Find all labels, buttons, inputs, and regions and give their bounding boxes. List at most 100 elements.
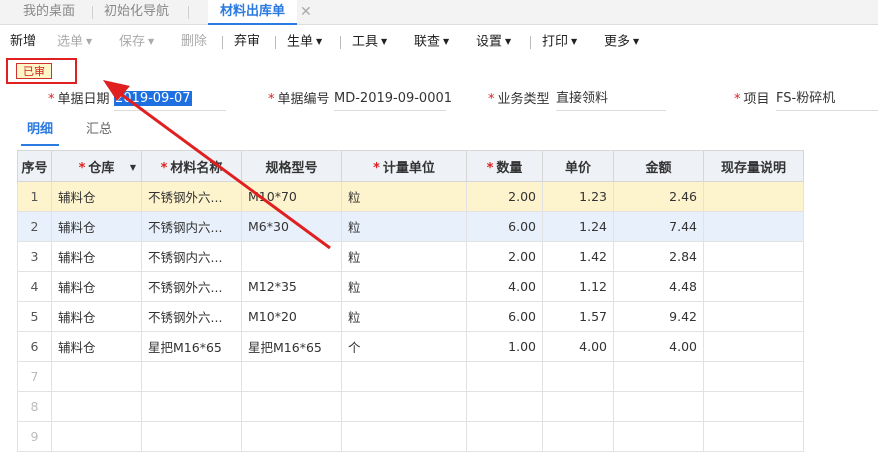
column-header-amount[interactable]: 金额 xyxy=(613,150,704,182)
cell-empty[interactable] xyxy=(542,361,614,392)
cell-empty[interactable] xyxy=(542,391,614,422)
cell-stock-note[interactable] xyxy=(703,211,804,242)
cell-amount[interactable]: 4.48 xyxy=(613,271,704,302)
table-row-empty[interactable]: 7 xyxy=(17,361,804,392)
select-button[interactable]: 选单 ▼ xyxy=(57,27,92,57)
cell-material-name[interactable]: 不锈钢内六... xyxy=(141,241,242,272)
cell-empty[interactable] xyxy=(703,391,804,422)
table-row[interactable]: 6 辅料仓 星把M16*65 星把M16*65 个 1.00 4.00 4.00 xyxy=(17,331,804,362)
cell-price[interactable]: 4.00 xyxy=(542,331,614,362)
cell-unit[interactable]: 粒 xyxy=(341,271,467,302)
cell-price[interactable]: 1.57 xyxy=(542,301,614,332)
tab-material-outbound[interactable]: 材料出库单 xyxy=(208,0,298,25)
cell-quantity[interactable]: 4.00 xyxy=(466,271,543,302)
cell-price[interactable]: 1.24 xyxy=(542,211,614,242)
cell-stock-note[interactable] xyxy=(703,271,804,302)
cell-stock-note[interactable] xyxy=(703,241,804,272)
cell-stock-note[interactable] xyxy=(703,301,804,332)
cell-warehouse[interactable]: 辅料仓 xyxy=(51,211,142,242)
cell-empty[interactable] xyxy=(613,421,704,452)
more-button[interactable]: 更多 ▼ xyxy=(604,27,639,57)
cell-price[interactable]: 1.42 xyxy=(542,241,614,272)
cell-unit[interactable]: 粒 xyxy=(341,181,467,212)
column-header-price[interactable]: 单价 xyxy=(542,150,614,182)
cell-spec[interactable]: M12*35 xyxy=(241,271,342,302)
cell-unit[interactable]: 个 xyxy=(341,331,467,362)
cell-empty[interactable] xyxy=(341,361,467,392)
cell-empty[interactable] xyxy=(542,421,614,452)
cell-price[interactable]: 1.23 xyxy=(542,181,614,212)
cell-empty[interactable] xyxy=(141,421,242,452)
column-header-warehouse[interactable]: * 仓库 ▼ xyxy=(51,150,142,182)
cell-empty[interactable] xyxy=(341,421,467,452)
cell-unit[interactable]: 粒 xyxy=(341,241,467,272)
cell-spec[interactable]: M10*70 xyxy=(241,181,342,212)
cell-quantity[interactable]: 6.00 xyxy=(466,211,543,242)
cell-empty[interactable] xyxy=(703,361,804,392)
cell-amount[interactable]: 9.42 xyxy=(613,301,704,332)
column-header-spec[interactable]: 规格型号 xyxy=(241,150,342,182)
cell-quantity[interactable]: 2.00 xyxy=(466,181,543,212)
cell-unit[interactable]: 粒 xyxy=(341,211,467,242)
cell-amount[interactable]: 4.00 xyxy=(613,331,704,362)
number-field[interactable]: MD-2019-09-0001 xyxy=(334,88,452,111)
column-header-quantity[interactable]: * 数量 xyxy=(466,150,543,182)
table-row[interactable]: 5 辅料仓 不锈钢外六... M10*20 粒 6.00 1.57 9.42 xyxy=(17,301,804,332)
chevron-down-icon[interactable]: ▼ xyxy=(130,163,136,172)
cell-amount[interactable]: 2.46 xyxy=(613,181,704,212)
cell-quantity[interactable]: 2.00 xyxy=(466,241,543,272)
generate-button[interactable]: 生单 ▼ xyxy=(287,27,322,57)
tools-button[interactable]: 工具 ▼ xyxy=(352,27,387,57)
cell-amount[interactable]: 2.84 xyxy=(613,241,704,272)
cell-price[interactable]: 1.12 xyxy=(542,271,614,302)
cell-warehouse[interactable]: 辅料仓 xyxy=(51,241,142,272)
cell-empty[interactable] xyxy=(141,361,242,392)
cell-empty[interactable] xyxy=(341,391,467,422)
new-button[interactable]: 新增 xyxy=(10,27,36,57)
subtab-summary[interactable]: 汇总 xyxy=(86,118,112,142)
table-row[interactable]: 3 辅料仓 不锈钢内六... 粒 2.00 1.42 2.84 xyxy=(17,241,804,272)
cell-material-name[interactable]: 不锈钢内六... xyxy=(141,211,242,242)
cell-material-name[interactable]: 不锈钢外六... xyxy=(141,301,242,332)
cell-stock-note[interactable] xyxy=(703,331,804,362)
cell-empty[interactable] xyxy=(241,391,342,422)
cell-warehouse[interactable]: 辅料仓 xyxy=(51,301,142,332)
cell-spec[interactable]: M10*20 xyxy=(241,301,342,332)
cell-empty[interactable] xyxy=(466,421,543,452)
biz-type-field[interactable]: 直接领料 xyxy=(556,88,666,111)
table-row-empty[interactable]: 9 xyxy=(17,421,804,452)
cell-unit[interactable]: 粒 xyxy=(341,301,467,332)
query-button[interactable]: 联查 ▼ xyxy=(414,27,449,57)
tab-init-nav[interactable]: 初始化导航 xyxy=(104,0,169,24)
cell-quantity[interactable]: 1.00 xyxy=(466,331,543,362)
print-button[interactable]: 打印 ▼ xyxy=(542,27,577,57)
tab-my-desktop[interactable]: 我的桌面 xyxy=(23,0,75,24)
cell-warehouse[interactable]: 辅料仓 xyxy=(51,181,142,212)
cell-empty[interactable] xyxy=(466,391,543,422)
table-row[interactable]: 1 辅料仓 不锈钢外六... M10*70 粒 2.00 1.23 2.46 xyxy=(17,181,804,212)
close-icon[interactable]: ✕ xyxy=(300,0,312,24)
cell-empty[interactable] xyxy=(241,421,342,452)
cell-empty[interactable] xyxy=(51,421,142,452)
save-button[interactable]: 保存 ▼ xyxy=(119,27,154,57)
cell-spec[interactable]: 星把M16*65 xyxy=(241,331,342,362)
table-row-empty[interactable]: 8 xyxy=(17,391,804,422)
cell-empty[interactable] xyxy=(241,361,342,392)
project-field[interactable]: FS-粉碎机 xyxy=(776,88,878,111)
cell-empty[interactable] xyxy=(141,391,242,422)
cell-warehouse[interactable]: 辅料仓 xyxy=(51,331,142,362)
cell-material-name[interactable]: 不锈钢外六... xyxy=(141,271,242,302)
delete-button[interactable]: 删除 xyxy=(181,27,207,57)
cell-empty[interactable] xyxy=(466,361,543,392)
cell-stock-note[interactable] xyxy=(703,181,804,212)
date-field[interactable]: 2019-09-07 xyxy=(114,88,226,111)
table-row[interactable]: 2 辅料仓 不锈钢内六... M6*30 粒 6.00 1.24 7.44 xyxy=(17,211,804,242)
table-row[interactable]: 4 辅料仓 不锈钢外六... M12*35 粒 4.00 1.12 4.48 xyxy=(17,271,804,302)
cell-spec[interactable] xyxy=(241,241,342,272)
column-header-stock-note[interactable]: 现存量说明 xyxy=(703,150,804,182)
cell-spec[interactable]: M6*30 xyxy=(241,211,342,242)
cell-warehouse[interactable]: 辅料仓 xyxy=(51,271,142,302)
cell-quantity[interactable]: 6.00 xyxy=(466,301,543,332)
cell-material-name[interactable]: 不锈钢外六... xyxy=(141,181,242,212)
settings-button[interactable]: 设置 ▼ xyxy=(476,27,511,57)
